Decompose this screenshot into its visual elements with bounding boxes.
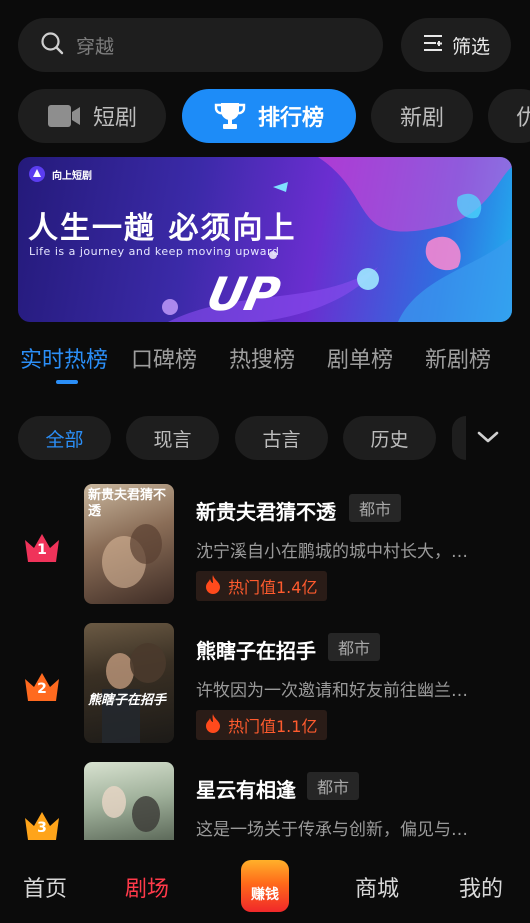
brand-logo: 向上短剧	[28, 165, 92, 183]
trophy-icon	[214, 101, 246, 131]
category-label: 新剧	[399, 106, 444, 131]
banner-headline: 人生一趟 必须向上	[28, 211, 297, 246]
rank-crown-icon: 1	[22, 530, 62, 566]
category-new[interactable]: 新剧	[371, 89, 473, 143]
earn-label: 赚钱	[251, 887, 279, 903]
drama-title: 星云有相逢	[196, 778, 296, 802]
tab-playlist[interactable]: 剧单榜	[327, 342, 393, 374]
list-item[interactable]: 2 熊瞎子在招手 熊瞎子在招手 都市 许牧因为一次邀请和好友前往幽兰… 热门值1…	[0, 623, 530, 748]
brand-name: 向上短剧	[52, 170, 92, 182]
hot-value: 热门值1.4亿	[228, 578, 318, 597]
filter-button[interactable]: 筛选	[401, 18, 511, 72]
brand-mark-icon	[29, 166, 45, 182]
drama-title: 新贵夫君猜不透	[196, 500, 336, 524]
search-icon	[40, 31, 64, 59]
earn-money-button[interactable]: 赚钱	[241, 860, 289, 912]
video-camera-icon	[47, 103, 81, 129]
filter-label: 筛选	[451, 35, 490, 58]
tab-new-drama[interactable]: 新剧榜	[425, 342, 491, 374]
genre-chip-ancient-romance[interactable]: 古言	[235, 416, 328, 460]
genre-chip-all[interactable]: 全部	[18, 416, 111, 460]
rank-number: 2	[37, 681, 47, 697]
genre-chip-modern-romance[interactable]: 现言	[126, 416, 219, 460]
flame-icon	[204, 713, 222, 737]
nav-theater[interactable]: 剧场	[125, 871, 169, 903]
banner-up-logo: UP	[202, 267, 285, 321]
category-label: 优	[516, 106, 530, 131]
drama-title: 熊瞎子在招手	[196, 639, 316, 663]
hot-value: 热门值1.1亿	[228, 717, 318, 736]
genre-chip-history[interactable]: 历史	[343, 416, 436, 460]
genre-tag: 都市	[307, 772, 360, 800]
poster-title: 新贵夫君猜不透	[88, 488, 167, 519]
nav-mine[interactable]: 我的	[459, 871, 503, 903]
poster-art	[102, 643, 166, 743]
rank-number: 3	[37, 820, 47, 836]
drama-poster[interactable]	[84, 762, 174, 840]
hot-value-badge: 热门值1.1亿	[196, 710, 328, 740]
rank-crown-icon: 3	[22, 808, 62, 844]
banner-subline: Life is a journey and keep moving upward	[29, 245, 280, 258]
drama-description: 许牧因为一次邀请和好友前往幽兰…	[196, 681, 468, 701]
poster-art	[102, 786, 160, 832]
poster-title: 熊瞎子在招手	[88, 693, 167, 708]
promo-banner[interactable]: 向上短剧 人生一趟 必须向上 Life is a journey and kee…	[18, 157, 512, 322]
drama-poster[interactable]: 新贵夫君猜不透	[84, 484, 174, 604]
flame-icon	[204, 574, 222, 598]
tab-word-of-mouth[interactable]: 口碑榜	[131, 342, 197, 374]
drama-description: 沈宁溪自小在鹏城的城中村长大，…	[196, 542, 468, 562]
search-placeholder: 穿越	[76, 35, 115, 58]
genre-chip-overflow[interactable]	[452, 416, 466, 460]
nav-home[interactable]: 首页	[23, 871, 67, 903]
tab-realtime-hot[interactable]: 实时热榜	[20, 342, 108, 374]
bottom-nav: 首页 剧场 赚钱 商城 我的	[0, 840, 530, 923]
drama-poster[interactable]: 熊瞎子在招手	[84, 623, 174, 743]
genre-tag: 都市	[328, 633, 381, 661]
category-more[interactable]: 优	[488, 89, 530, 143]
category-ranking[interactable]: 排行榜	[182, 89, 356, 143]
rank-number: 1	[37, 542, 47, 558]
chevron-down-icon	[477, 429, 499, 448]
rank-crown-icon: 2	[22, 669, 62, 705]
list-item[interactable]: 1 新贵夫君猜不透 新贵夫君猜不透 都市 沈宁溪自小在鹏城的城中村长大，… 热门…	[0, 484, 530, 609]
nav-mall[interactable]: 商城	[355, 871, 399, 903]
filter-icon	[422, 32, 444, 59]
expand-genres-button[interactable]	[466, 418, 510, 458]
category-short-drama[interactable]: 短剧	[18, 89, 166, 143]
category-label: 短剧	[92, 106, 137, 131]
active-tab-indicator	[56, 380, 78, 384]
hot-value-badge: 热门值1.4亿	[196, 571, 328, 601]
genre-tag: 都市	[349, 494, 402, 522]
search-input[interactable]: 穿越	[18, 18, 383, 72]
category-label: 排行榜	[257, 106, 324, 131]
tab-hot-search[interactable]: 热搜榜	[229, 342, 295, 374]
drama-description: 这是一场关于传承与创新，偏见与…	[196, 820, 468, 840]
